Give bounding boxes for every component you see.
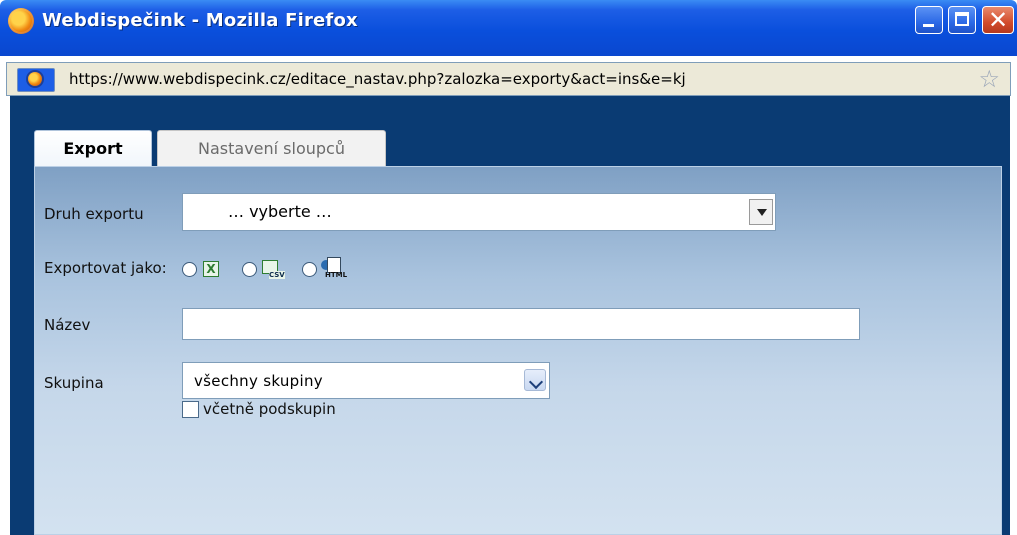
nazev-input[interactable] — [182, 308, 860, 340]
maximize-icon — [955, 12, 969, 26]
bookmark-star-icon[interactable]: ☆ — [978, 67, 1000, 91]
nazev-label: Název — [44, 316, 91, 334]
druh-exportu-label: Druh exportu — [44, 205, 144, 223]
close-icon: ✕ — [987, 6, 1009, 34]
skupina-select[interactable]: všechny skupiny — [182, 362, 550, 399]
site-identity-icon[interactable] — [17, 68, 55, 92]
title-bar: Webdispečink - Mozilla Firefox ✕ — [0, 0, 1017, 56]
skupina-value: všechny skupiny — [194, 372, 323, 390]
druh-exportu-value: … vyberte … — [228, 202, 332, 221]
maximize-button[interactable] — [948, 6, 976, 34]
tab-nastaveni-sloupcu[interactable]: Nastavení sloupců — [157, 130, 386, 166]
address-bar[interactable]: https://www.webdispecink.cz/editace_nast… — [6, 62, 1011, 96]
close-button[interactable]: ✕ — [982, 6, 1014, 34]
exportovat-jako-label: Exportovat jako: — [44, 259, 167, 277]
address-url[interactable]: https://www.webdispecink.cz/editace_nast… — [69, 70, 686, 88]
minimize-button[interactable] — [915, 6, 943, 34]
druh-exportu-select[interactable]: … vyberte … — [182, 193, 776, 231]
vcetne-podskupin-checkbox[interactable] — [182, 401, 199, 418]
chevron-down-icon[interactable] — [524, 369, 546, 391]
excel-icon: X — [203, 261, 219, 277]
tab-label: Export — [63, 139, 123, 158]
csv-icon: CSV — [262, 260, 285, 280]
site-favicon — [28, 72, 42, 86]
dropdown-arrow-icon[interactable] — [749, 199, 773, 225]
vcetne-podskupin-label: včetně podskupin — [203, 400, 336, 418]
page-content: Export Nastavení sloupců Druh exportu … … — [10, 96, 1010, 535]
minimize-icon — [923, 24, 934, 27]
radio-csv[interactable] — [242, 262, 257, 277]
window-title: Webdispečink - Mozilla Firefox — [42, 10, 358, 31]
html-icon: HTML — [321, 257, 347, 279]
tab-label: Nastavení sloupců — [198, 139, 345, 158]
skupina-label: Skupina — [44, 374, 104, 392]
firefox-icon — [8, 8, 34, 34]
tab-export[interactable]: Export — [34, 130, 152, 166]
radio-html[interactable] — [302, 262, 317, 277]
radio-excel[interactable] — [182, 262, 197, 277]
browser-window: Webdispečink - Mozilla Firefox ✕ https:/… — [0, 0, 1017, 535]
